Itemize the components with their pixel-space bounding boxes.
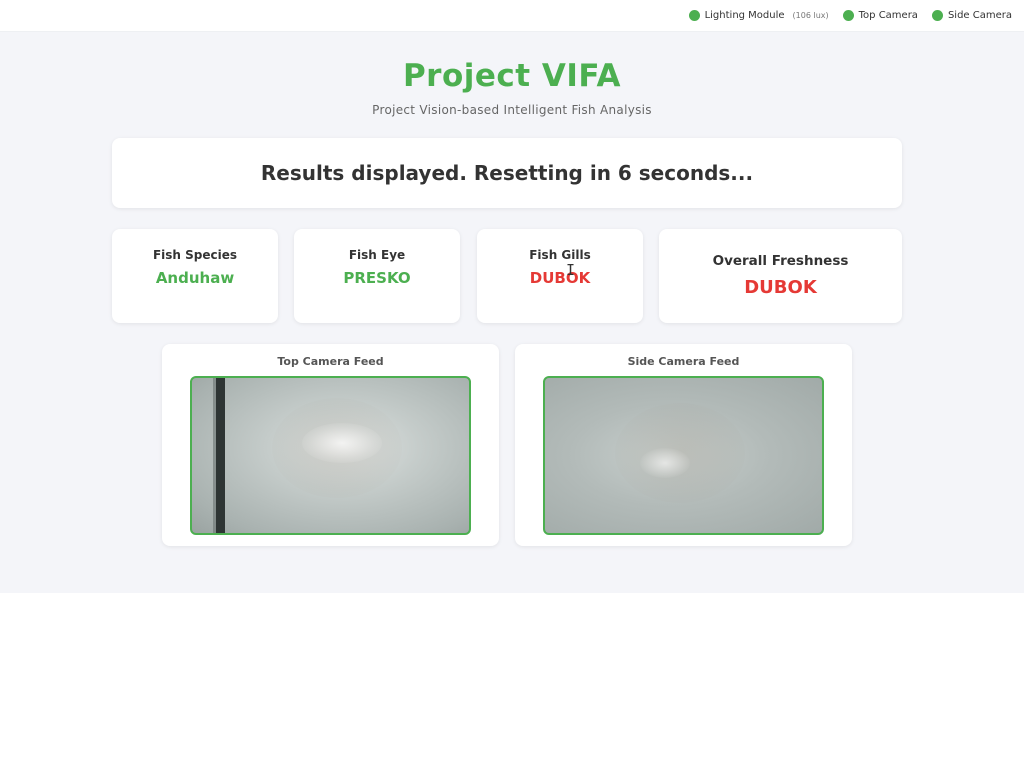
camera-label: Side Camera Feed — [627, 355, 740, 368]
feed-glare — [640, 448, 690, 478]
status-top-camera: Top Camera — [842, 10, 918, 21]
camera-label: Top Camera Feed — [277, 355, 384, 368]
result-banner: Results displayed. Resetting in 6 second… — [112, 138, 902, 208]
main-panel: Project VIFA Project Vision-based Intell… — [0, 32, 1024, 593]
top-camera-panel: Top Camera Feed — [162, 344, 499, 546]
top-camera-feed — [190, 376, 471, 535]
status-lighting-module: Lighting Module (106 lux) — [688, 10, 829, 21]
metric-value: DUBOK — [744, 277, 817, 298]
metric-overall-freshness: Overall Freshness DUBOK — [659, 229, 902, 323]
text-cursor-icon: I — [566, 261, 576, 279]
side-camera-feed — [543, 376, 824, 535]
status-label: Lighting Module — [704, 10, 785, 21]
page-subtitle: Project Vision-based Intelligent Fish An… — [372, 103, 652, 117]
status-lux-value: (106 lux) — [792, 11, 829, 20]
metric-value: PRESKO — [343, 269, 411, 287]
feed-glare — [302, 423, 382, 463]
status-dot-icon — [842, 10, 854, 21]
status-bar: Lighting Module (106 lux) Top Camera Sid… — [0, 0, 1024, 32]
status-label: Side Camera — [947, 10, 1012, 21]
metric-label: Fish Gills — [529, 248, 591, 262]
metric-label: Fish Species — [152, 248, 238, 262]
metric-fish-species: Fish Species Anduhaw — [112, 229, 278, 323]
metric-fish-gills: Fish Gills DUBOK — [477, 229, 643, 323]
status-dot-icon — [688, 10, 700, 21]
metric-value: Anduhaw — [155, 269, 235, 287]
feed-dark-strip — [216, 378, 225, 533]
page-title: Project VIFA — [402, 58, 622, 94]
metric-value: DUBOK — [529, 269, 591, 287]
status-dot-icon — [931, 10, 943, 21]
metric-label: Overall Freshness — [712, 253, 849, 269]
side-camera-panel: Side Camera Feed — [515, 344, 852, 546]
metric-fish-eye: Fish Eye PRESKO — [294, 229, 460, 323]
status-label: Top Camera — [858, 10, 918, 21]
metric-label: Fish Eye — [348, 248, 406, 262]
status-side-camera: Side Camera — [931, 10, 1012, 21]
